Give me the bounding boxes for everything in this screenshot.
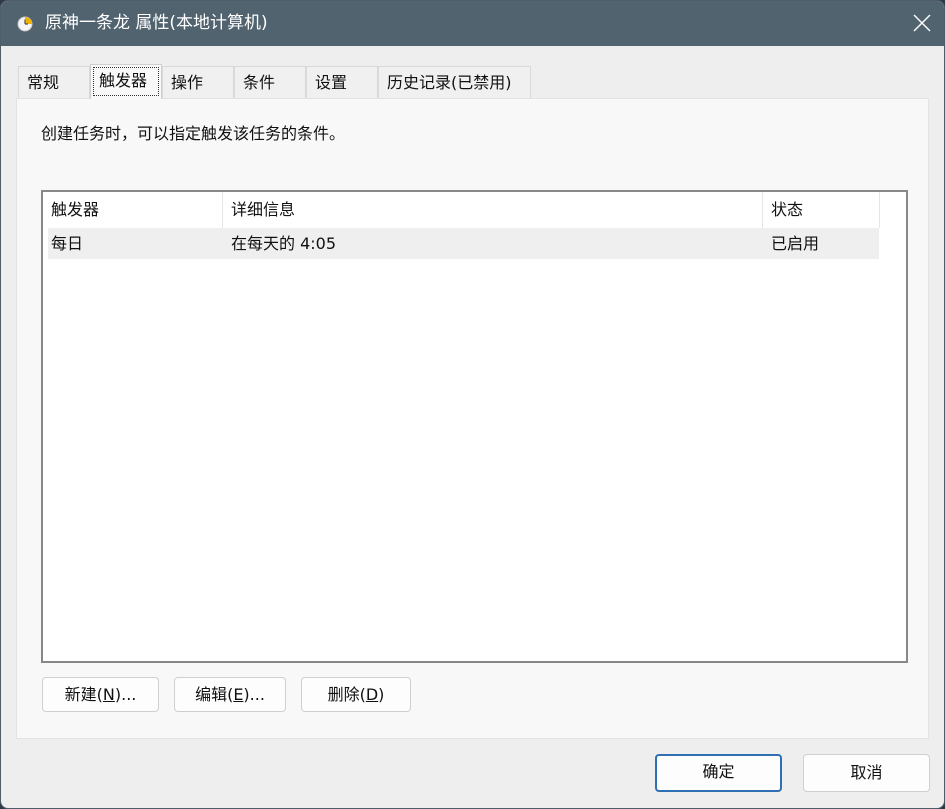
properties-dialog: 原神一条龙 属性(本地计算机) 常规 触发器 操作 条件 设置 历史记录(已禁用… [0, 0, 945, 809]
cell-details: 在每天的 4:05 [231, 234, 337, 253]
tab-label: 条件 [243, 73, 276, 92]
tab-label: 设置 [315, 73, 348, 92]
button-label: ) [378, 685, 385, 704]
column-header-details[interactable]: 详细信息 [223, 192, 763, 228]
triggers-list[interactable]: 触发器 详细信息 状态 每日 在每天的 4:05 已启用 [41, 190, 908, 663]
accelerator-key: D [365, 685, 379, 704]
column-header-status[interactable]: 状态 [763, 192, 880, 228]
tab-general[interactable]: 常规 [18, 66, 90, 98]
tab-settings[interactable]: 设置 [306, 66, 378, 98]
tab-triggers[interactable]: 触发器 [90, 64, 162, 99]
tab-label: 触发器 [99, 71, 148, 90]
cell-trigger: 每日 [51, 234, 84, 253]
tab-label: 历史记录(已禁用) [387, 73, 512, 92]
column-header-trigger[interactable]: 触发器 [43, 192, 223, 228]
clock-icon [17, 16, 33, 32]
window-title: 原神一条龙 属性(本地计算机) [45, 13, 268, 33]
button-label: 编辑( [195, 685, 234, 704]
tab-label: 常规 [27, 73, 60, 92]
tab-actions[interactable]: 操作 [162, 66, 234, 98]
table-row[interactable]: 每日 在每天的 4:05 已启用 [48, 228, 879, 259]
edit-trigger-button[interactable]: 编辑(E)... [174, 677, 286, 712]
triggers-panel: 创建任务时，可以指定触发该任务的条件。 触发器 详细信息 状态 每日 在每天的 … [16, 98, 929, 739]
title-bar[interactable]: 原神一条龙 属性(本地计算机) [1, 1, 944, 46]
new-trigger-button[interactable]: 新建(N)... [42, 677, 159, 712]
button-label: )... [243, 685, 265, 704]
tab-history[interactable]: 历史记录(已禁用) [378, 66, 531, 98]
triggers-description: 创建任务时，可以指定触发该任务的条件。 [41, 124, 346, 143]
close-icon [913, 14, 931, 32]
button-label: 新建( [64, 685, 103, 704]
tab-label: 操作 [171, 73, 204, 92]
button-label: 删除( [327, 685, 366, 704]
close-button[interactable] [899, 1, 944, 46]
button-label: )... [114, 685, 137, 704]
tab-conditions[interactable]: 条件 [234, 66, 306, 98]
ok-button[interactable]: 确定 [655, 754, 782, 792]
accelerator-key: E [233, 685, 244, 704]
cancel-button[interactable]: 取消 [803, 754, 930, 792]
cell-status: 已启用 [771, 234, 820, 253]
delete-trigger-button[interactable]: 删除(D) [301, 677, 411, 712]
accelerator-key: N [102, 685, 115, 704]
